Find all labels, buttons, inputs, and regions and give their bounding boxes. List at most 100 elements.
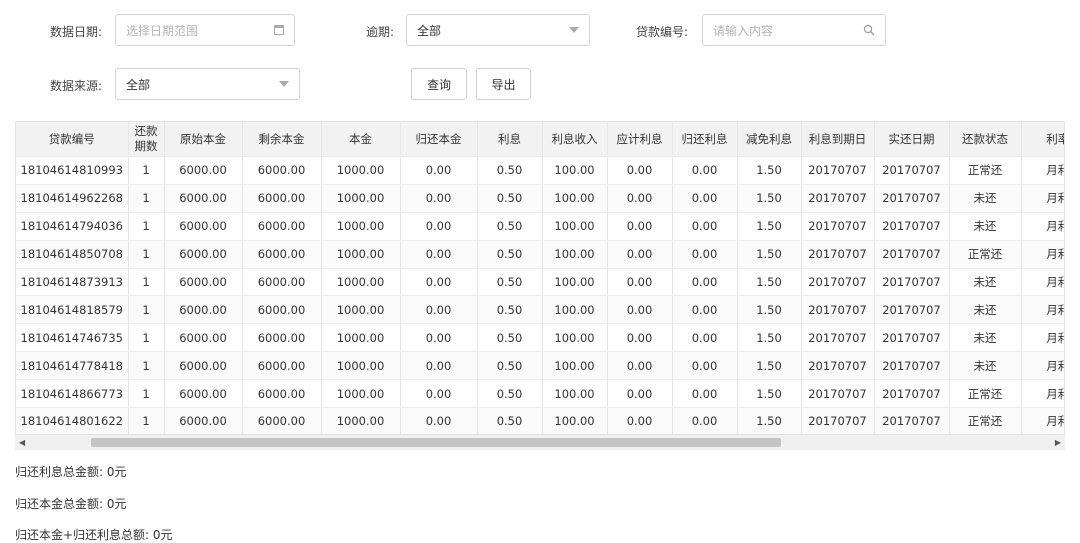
- table-cell: 20170707: [801, 351, 875, 381]
- table-cell: 100.00: [542, 268, 608, 297]
- source-select-value: 全部: [126, 77, 151, 92]
- table-cell: 0.00: [607, 156, 673, 185]
- table-row: 18104614866773 1 6000.00 6000.00 1000.00 0.00…: [16, 379, 1064, 409]
- table-cell: 18104614866773: [16, 379, 129, 409]
- table-cell: 1: [128, 323, 165, 353]
- table-cell: 0.00: [607, 323, 673, 353]
- column-header: 归还本金: [400, 122, 478, 157]
- table-row: 18104614850708 1 6000.00 6000.00 1000.00 0.00…: [16, 240, 1064, 269]
- table-cell: 0.00: [400, 184, 478, 213]
- table-cell: 正常还: [949, 379, 1022, 409]
- table-cell: 18104614794036: [16, 212, 129, 241]
- table-cell: 0.00: [607, 212, 673, 241]
- horizontal-scrollbar[interactable]: ◀ ▶: [15, 434, 1065, 450]
- table-cell: 6000.00: [242, 268, 322, 297]
- table-cell: 6000.00: [164, 156, 243, 185]
- table-cell: 1: [128, 295, 165, 325]
- table-cell: 1: [128, 156, 165, 185]
- date-range-picker[interactable]: 选择日期范围: [115, 14, 295, 46]
- table-cell: 月利率: [1021, 184, 1064, 213]
- table-cell: 1000.00: [321, 212, 401, 241]
- period-select-value: 全部: [417, 23, 442, 38]
- table-cell: 1: [128, 379, 165, 409]
- table-cell: 0.50: [477, 351, 543, 381]
- table-cell: 1000.00: [321, 240, 401, 269]
- column-header: 原始本金: [164, 122, 243, 157]
- table-cell: 18104614962268: [16, 184, 129, 213]
- table-cell: 20170707: [874, 240, 950, 269]
- table-cell: 月利率: [1021, 156, 1064, 185]
- scrollbar-thumb[interactable]: [91, 438, 781, 447]
- table-cell: 20170707: [874, 212, 950, 241]
- table-cell: 月利率: [1021, 240, 1064, 269]
- table-cell: 20170707: [801, 407, 875, 436]
- table-cell: 100.00: [542, 407, 608, 436]
- table-cell: 1.50: [737, 212, 802, 241]
- query-button[interactable]: 查询: [411, 68, 467, 100]
- table-cell: 1: [128, 351, 165, 381]
- table-cell: 100.00: [542, 351, 608, 381]
- table-cell: 月利率: [1021, 351, 1064, 381]
- table-cell: 18104614873913: [16, 268, 129, 297]
- table-cell: 0.50: [477, 184, 543, 213]
- table-cell: 0.50: [477, 407, 543, 436]
- table-cell: 0.00: [607, 379, 673, 409]
- export-button[interactable]: 导出: [476, 68, 531, 100]
- date-label: 数据日期:: [50, 25, 103, 39]
- table-cell: 0.00: [607, 407, 673, 436]
- table-cell: 1.50: [737, 240, 802, 269]
- table-cell: 未还: [949, 184, 1022, 213]
- table-cell: 0.00: [400, 379, 478, 409]
- table-cell: 0.00: [672, 407, 738, 436]
- table-cell: 0.50: [477, 156, 543, 185]
- loan-no-input[interactable]: 请输入内容: [702, 14, 886, 46]
- calendar-icon: [274, 25, 284, 35]
- table-cell: 1: [128, 268, 165, 297]
- table-cell: 20170707: [874, 351, 950, 381]
- table-cell: 6000.00: [242, 295, 322, 325]
- table-cell: 0.00: [400, 351, 478, 381]
- column-header: 减免利息: [737, 122, 802, 157]
- table-cell: 20170707: [801, 268, 875, 297]
- table-cell: 20170707: [874, 156, 950, 185]
- table-cell: 1.50: [737, 268, 802, 297]
- table-cell: 100.00: [542, 156, 608, 185]
- loan-no-placeholder: 请输入内容: [713, 23, 774, 38]
- table-cell: 0.00: [672, 240, 738, 269]
- table-cell: 0.00: [400, 295, 478, 325]
- table-cell: 1.50: [737, 156, 802, 185]
- table-cell: 18104614810993: [16, 156, 129, 185]
- table-cell: 0.00: [672, 184, 738, 213]
- scroll-right-icon[interactable]: ▶: [1055, 438, 1061, 447]
- table-cell: 1: [128, 184, 165, 213]
- table-cell: 100.00: [542, 240, 608, 269]
- table-cell: 6000.00: [242, 156, 322, 185]
- table-row: 18104614794036 1 6000.00 6000.00 1000.00 0.00…: [16, 212, 1064, 241]
- column-header: 利息到期日: [801, 122, 875, 157]
- table-cell: 20170707: [874, 379, 950, 409]
- table-header-row: 贷款编号 还款期数 原始本金 剩余本金 本金 归还本金 利息 利息收入 应计利息 归还利息 减免利息…: [16, 122, 1064, 157]
- table-row: 18104614962268 1 6000.00 6000.00 1000.00 0.00…: [16, 184, 1064, 213]
- table-cell: 6000.00: [164, 184, 243, 213]
- table-cell: 1.50: [737, 351, 802, 381]
- search-icon: [863, 24, 875, 36]
- table-cell: 正常还: [949, 156, 1022, 185]
- table-cell: 6000.00: [242, 240, 322, 269]
- table-cell: 100.00: [542, 212, 608, 241]
- source-select[interactable]: 全部: [115, 68, 300, 100]
- table-cell: 20170707: [801, 156, 875, 185]
- column-header: 利息: [477, 122, 543, 157]
- period-select[interactable]: 全部: [406, 14, 590, 46]
- scroll-left-icon[interactable]: ◀: [19, 438, 25, 447]
- principal-total: 归还本金总金额: 0元: [15, 497, 127, 511]
- table-cell: 0.50: [477, 240, 543, 269]
- table-cell: 0.00: [672, 156, 738, 185]
- loan-no-label: 贷款编号:: [636, 25, 689, 39]
- table-cell: 月利率: [1021, 212, 1064, 241]
- table-cell: 6000.00: [164, 268, 243, 297]
- loan-table: 贷款编号 还款期数 原始本金 剩余本金 本金 归还本金 利息 利息收入 应计利息 归还利息 减免利息…: [16, 122, 1064, 436]
- table-row: 18104614746735 1 6000.00 6000.00 1000.00 0.00…: [16, 323, 1064, 353]
- table-cell: 6000.00: [242, 351, 322, 381]
- table-cell: 1.50: [737, 379, 802, 409]
- table-cell: 20170707: [801, 240, 875, 269]
